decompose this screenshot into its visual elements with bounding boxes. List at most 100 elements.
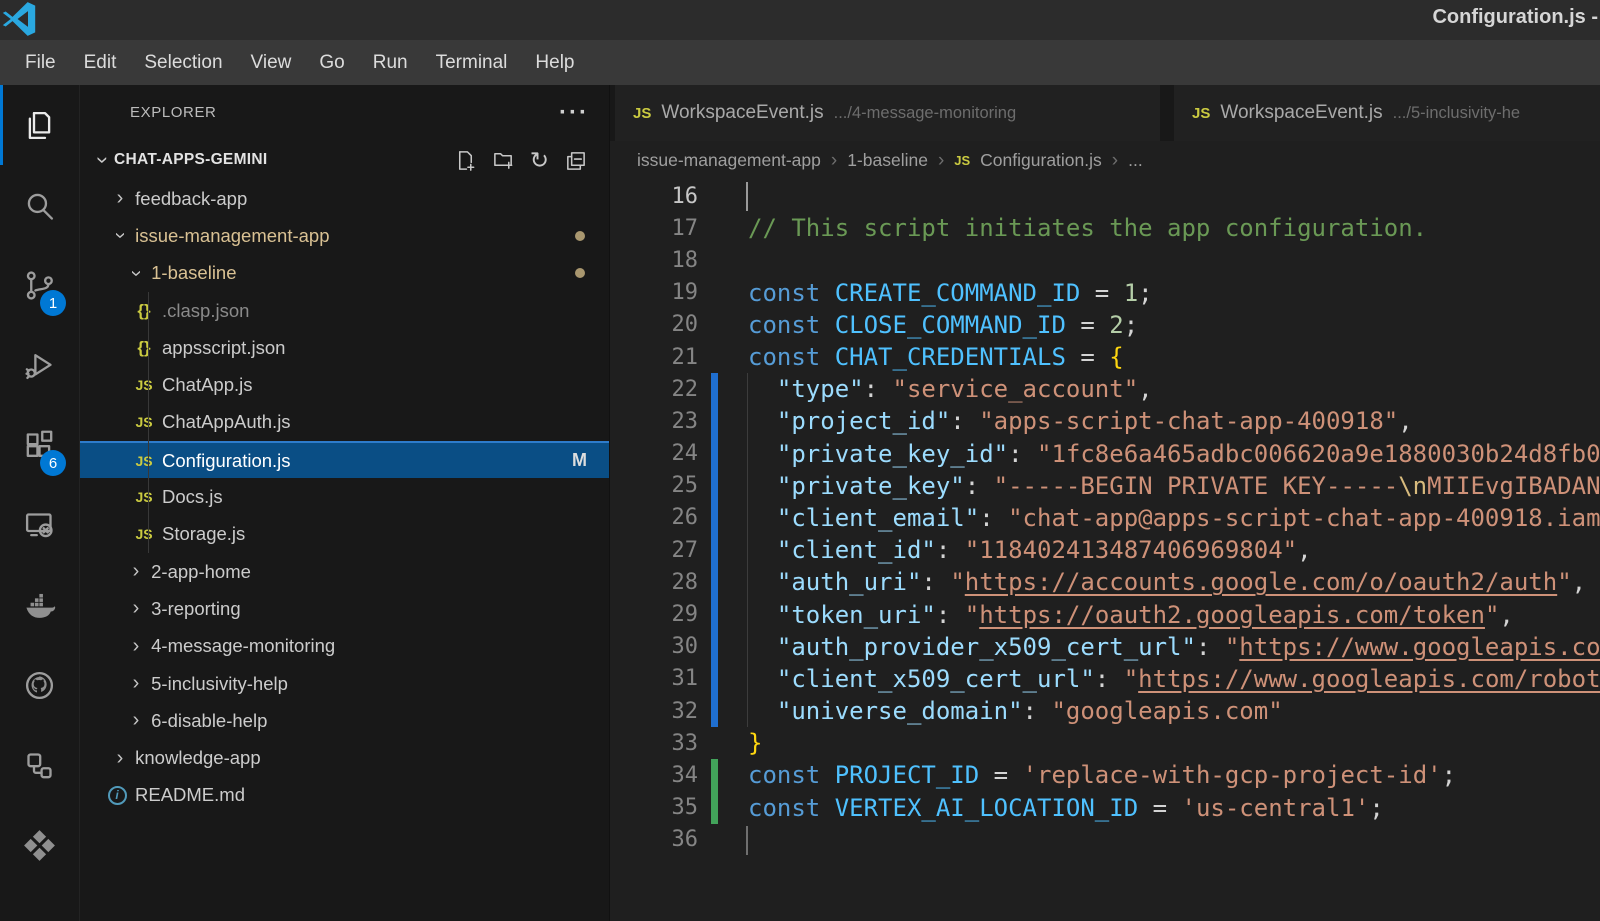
tree-file--clasp-json[interactable]: {}.clasp.json <box>80 292 609 329</box>
code-line-32[interactable]: 32 "universe_domain": "googleapis.com" <box>610 695 1600 727</box>
menu-item-go[interactable]: Go <box>305 40 358 85</box>
activity-remote-explorer[interactable] <box>0 485 79 565</box>
debug-icon <box>23 349 56 382</box>
tree-folder-issue-management-app[interactable]: › issue-management-app <box>80 217 609 254</box>
collapse-all-icon[interactable] <box>564 149 587 172</box>
code-line-30[interactable]: 30 "auth_provider_x509_cert_url": "https… <box>610 631 1600 663</box>
menu-item-run[interactable]: Run <box>359 40 422 85</box>
code-text: "auth_provider_x509_cert_url": "https://… <box>748 631 1600 663</box>
code-line-19[interactable]: 19const CREATE_COMMAND_ID = 1; <box>610 277 1600 309</box>
menu-item-edit[interactable]: Edit <box>70 40 131 85</box>
breadcrumb-folder[interactable]: 1-baseline <box>847 150 928 171</box>
git-gutter-modified <box>711 502 718 534</box>
tree-item-label: knowledge-app <box>135 747 260 769</box>
line-number: 36 <box>610 827 698 852</box>
menu-item-file[interactable]: File <box>11 40 70 85</box>
workspace-name: CHAT-APPS-GEMINI <box>114 151 454 169</box>
code-line-31[interactable]: 31 "client_x509_cert_url": "https://www.… <box>610 663 1600 695</box>
menu-item-terminal[interactable]: Terminal <box>422 40 522 85</box>
code-line-16[interactable]: 16 <box>610 180 1600 212</box>
breadcrumb-symbol-ellipsis[interactable]: ... <box>1128 150 1143 171</box>
line-number: 18 <box>610 248 698 273</box>
code-line-18[interactable]: 18 <box>610 244 1600 276</box>
tab-workspaceevent-4-message-monitoring[interactable]: JS WorkspaceEvent.js .../4-message-monit… <box>615 85 1160 141</box>
workspace-section-header[interactable]: › CHAT-APPS-GEMINI ↻ <box>80 140 609 180</box>
menu-item-view[interactable]: View <box>237 40 306 85</box>
code-editor[interactable]: 1617// This script initiates the app con… <box>610 180 1600 921</box>
code-line-25[interactable]: 25 "private_key": "-----BEGIN PRIVATE KE… <box>610 470 1600 502</box>
code-line-21[interactable]: 21const CHAT_CREDENTIALS = { <box>610 341 1600 373</box>
activity-search[interactable] <box>0 165 79 245</box>
gutter: 26 <box>610 502 748 534</box>
tree-item-label: 2-app-home <box>151 561 251 583</box>
tree-file-configuration-js[interactable]: JSConfiguration.jsM <box>80 441 609 478</box>
activity-run-debug[interactable] <box>0 325 79 405</box>
tree-folder-knowledge-app[interactable]: › knowledge-app <box>80 739 609 776</box>
menu-item-help[interactable]: Help <box>521 40 588 85</box>
tab-description: .../5-inclusivity-he <box>1393 104 1520 123</box>
activity-extensions[interactable]: 6 <box>0 405 79 485</box>
code-line-34[interactable]: 34const PROJECT_ID = 'replace-with-gcp-p… <box>610 759 1600 791</box>
code-line-23[interactable]: 23 "project_id": "apps-script-chat-app-4… <box>610 405 1600 437</box>
breadcrumb-folder[interactable]: issue-management-app <box>637 150 821 171</box>
tree-folder-feedback-app[interactable]: › feedback-app <box>80 180 609 217</box>
line-number: 25 <box>610 473 698 498</box>
chevron-right-icon: › <box>1112 150 1118 172</box>
activity-github[interactable] <box>0 645 79 725</box>
tab-workspaceevent-5-inclusivity-help[interactable]: JS WorkspaceEvent.js .../5-inclusivity-h… <box>1174 85 1600 141</box>
gutter: 23 <box>610 405 748 437</box>
tree-file-docs-js[interactable]: JSDocs.js <box>80 478 609 515</box>
activity-gemini[interactable] <box>0 805 79 885</box>
json-file-icon: {} <box>131 338 157 358</box>
source-control-badge: 1 <box>40 290 66 316</box>
js-file-icon: JS <box>954 153 970 168</box>
code-line-26[interactable]: 26 "client_email": "chat-app@apps-script… <box>610 502 1600 534</box>
code-line-27[interactable]: 27 "client_id": "118402413487406969804", <box>610 534 1600 566</box>
line-number: 24 <box>610 441 698 466</box>
activity-explorer[interactable] <box>0 85 79 165</box>
code-line-35[interactable]: 35const VERTEX_AI_LOCATION_ID = 'us-cent… <box>610 792 1600 824</box>
code-line-22[interactable]: 22 "type": "service_account", <box>610 373 1600 405</box>
tree-folder-5-inclusivity-help[interactable]: › 5-inclusivity-help <box>80 665 609 702</box>
code-line-36[interactable]: 36 <box>610 824 1600 856</box>
code-line-29[interactable]: 29 "token_uri": "https://oauth2.googleap… <box>610 598 1600 630</box>
code-text: } <box>748 727 1600 759</box>
code-line-24[interactable]: 24 "private_key_id": "1fc8e6a465adbc0066… <box>610 438 1600 470</box>
tree-file-storage-js[interactable]: JSStorage.js <box>80 516 609 553</box>
tree-folder-3-reporting[interactable]: › 3-reporting <box>80 590 609 627</box>
menu-item-selection[interactable]: Selection <box>130 40 236 85</box>
refresh-icon[interactable]: ↻ <box>530 149 549 172</box>
breadcrumb-file[interactable]: Configuration.js <box>980 150 1102 171</box>
tree-file-readme-md[interactable]: iREADME.md <box>80 777 609 814</box>
chevron-right-icon: › <box>938 150 944 172</box>
line-number: 23 <box>610 409 698 434</box>
docker-icon <box>23 589 56 622</box>
tree-item-label: feedback-app <box>135 188 247 210</box>
code-line-17[interactable]: 17// This script initiates the app confi… <box>610 212 1600 244</box>
activity-docker[interactable] <box>0 565 79 645</box>
explorer-more-actions-icon[interactable]: ··· <box>559 108 589 118</box>
window-title: Configuration.js - <box>1432 6 1598 29</box>
code-text: "client_email": "chat-app@apps-script-ch… <box>748 502 1600 534</box>
activity-source-control[interactable]: 1 <box>0 245 79 325</box>
code-line-33[interactable]: 33} <box>610 727 1600 759</box>
git-gutter-added <box>711 759 718 791</box>
tree-item-label: 1-baseline <box>151 262 236 284</box>
tree-item-label: ChatAppAuth.js <box>162 411 291 433</box>
tree-file-chatapp-js[interactable]: JSChatApp.js <box>80 366 609 403</box>
line-number: 35 <box>610 795 698 820</box>
tree-file-appsscript-json[interactable]: {}appsscript.json <box>80 329 609 366</box>
code-line-28[interactable]: 28 "auth_uri": "https://accounts.google.… <box>610 566 1600 598</box>
line-number: 28 <box>610 570 698 595</box>
tree-file-chatappauth-js[interactable]: JS ChatAppAuth.js <box>80 404 609 441</box>
tree-folder-1-baseline[interactable]: › 1-baseline <box>80 255 609 292</box>
new-folder-icon[interactable] <box>492 149 515 172</box>
tree-folder-4-message-monitoring[interactable]: › 4-message-monitoring <box>80 628 609 665</box>
tree-folder-2-app-home[interactable]: › 2-app-home <box>80 553 609 590</box>
tree-folder-6-disable-help[interactable]: › 6-disable-help <box>80 702 609 739</box>
code-text: const CHAT_CREDENTIALS = { <box>748 341 1600 373</box>
activity-project-manager[interactable] <box>0 725 79 805</box>
js-file-icon: JS <box>131 414 157 430</box>
new-file-icon[interactable] <box>454 149 477 172</box>
code-line-20[interactable]: 20const CLOSE_COMMAND_ID = 2; <box>610 309 1600 341</box>
